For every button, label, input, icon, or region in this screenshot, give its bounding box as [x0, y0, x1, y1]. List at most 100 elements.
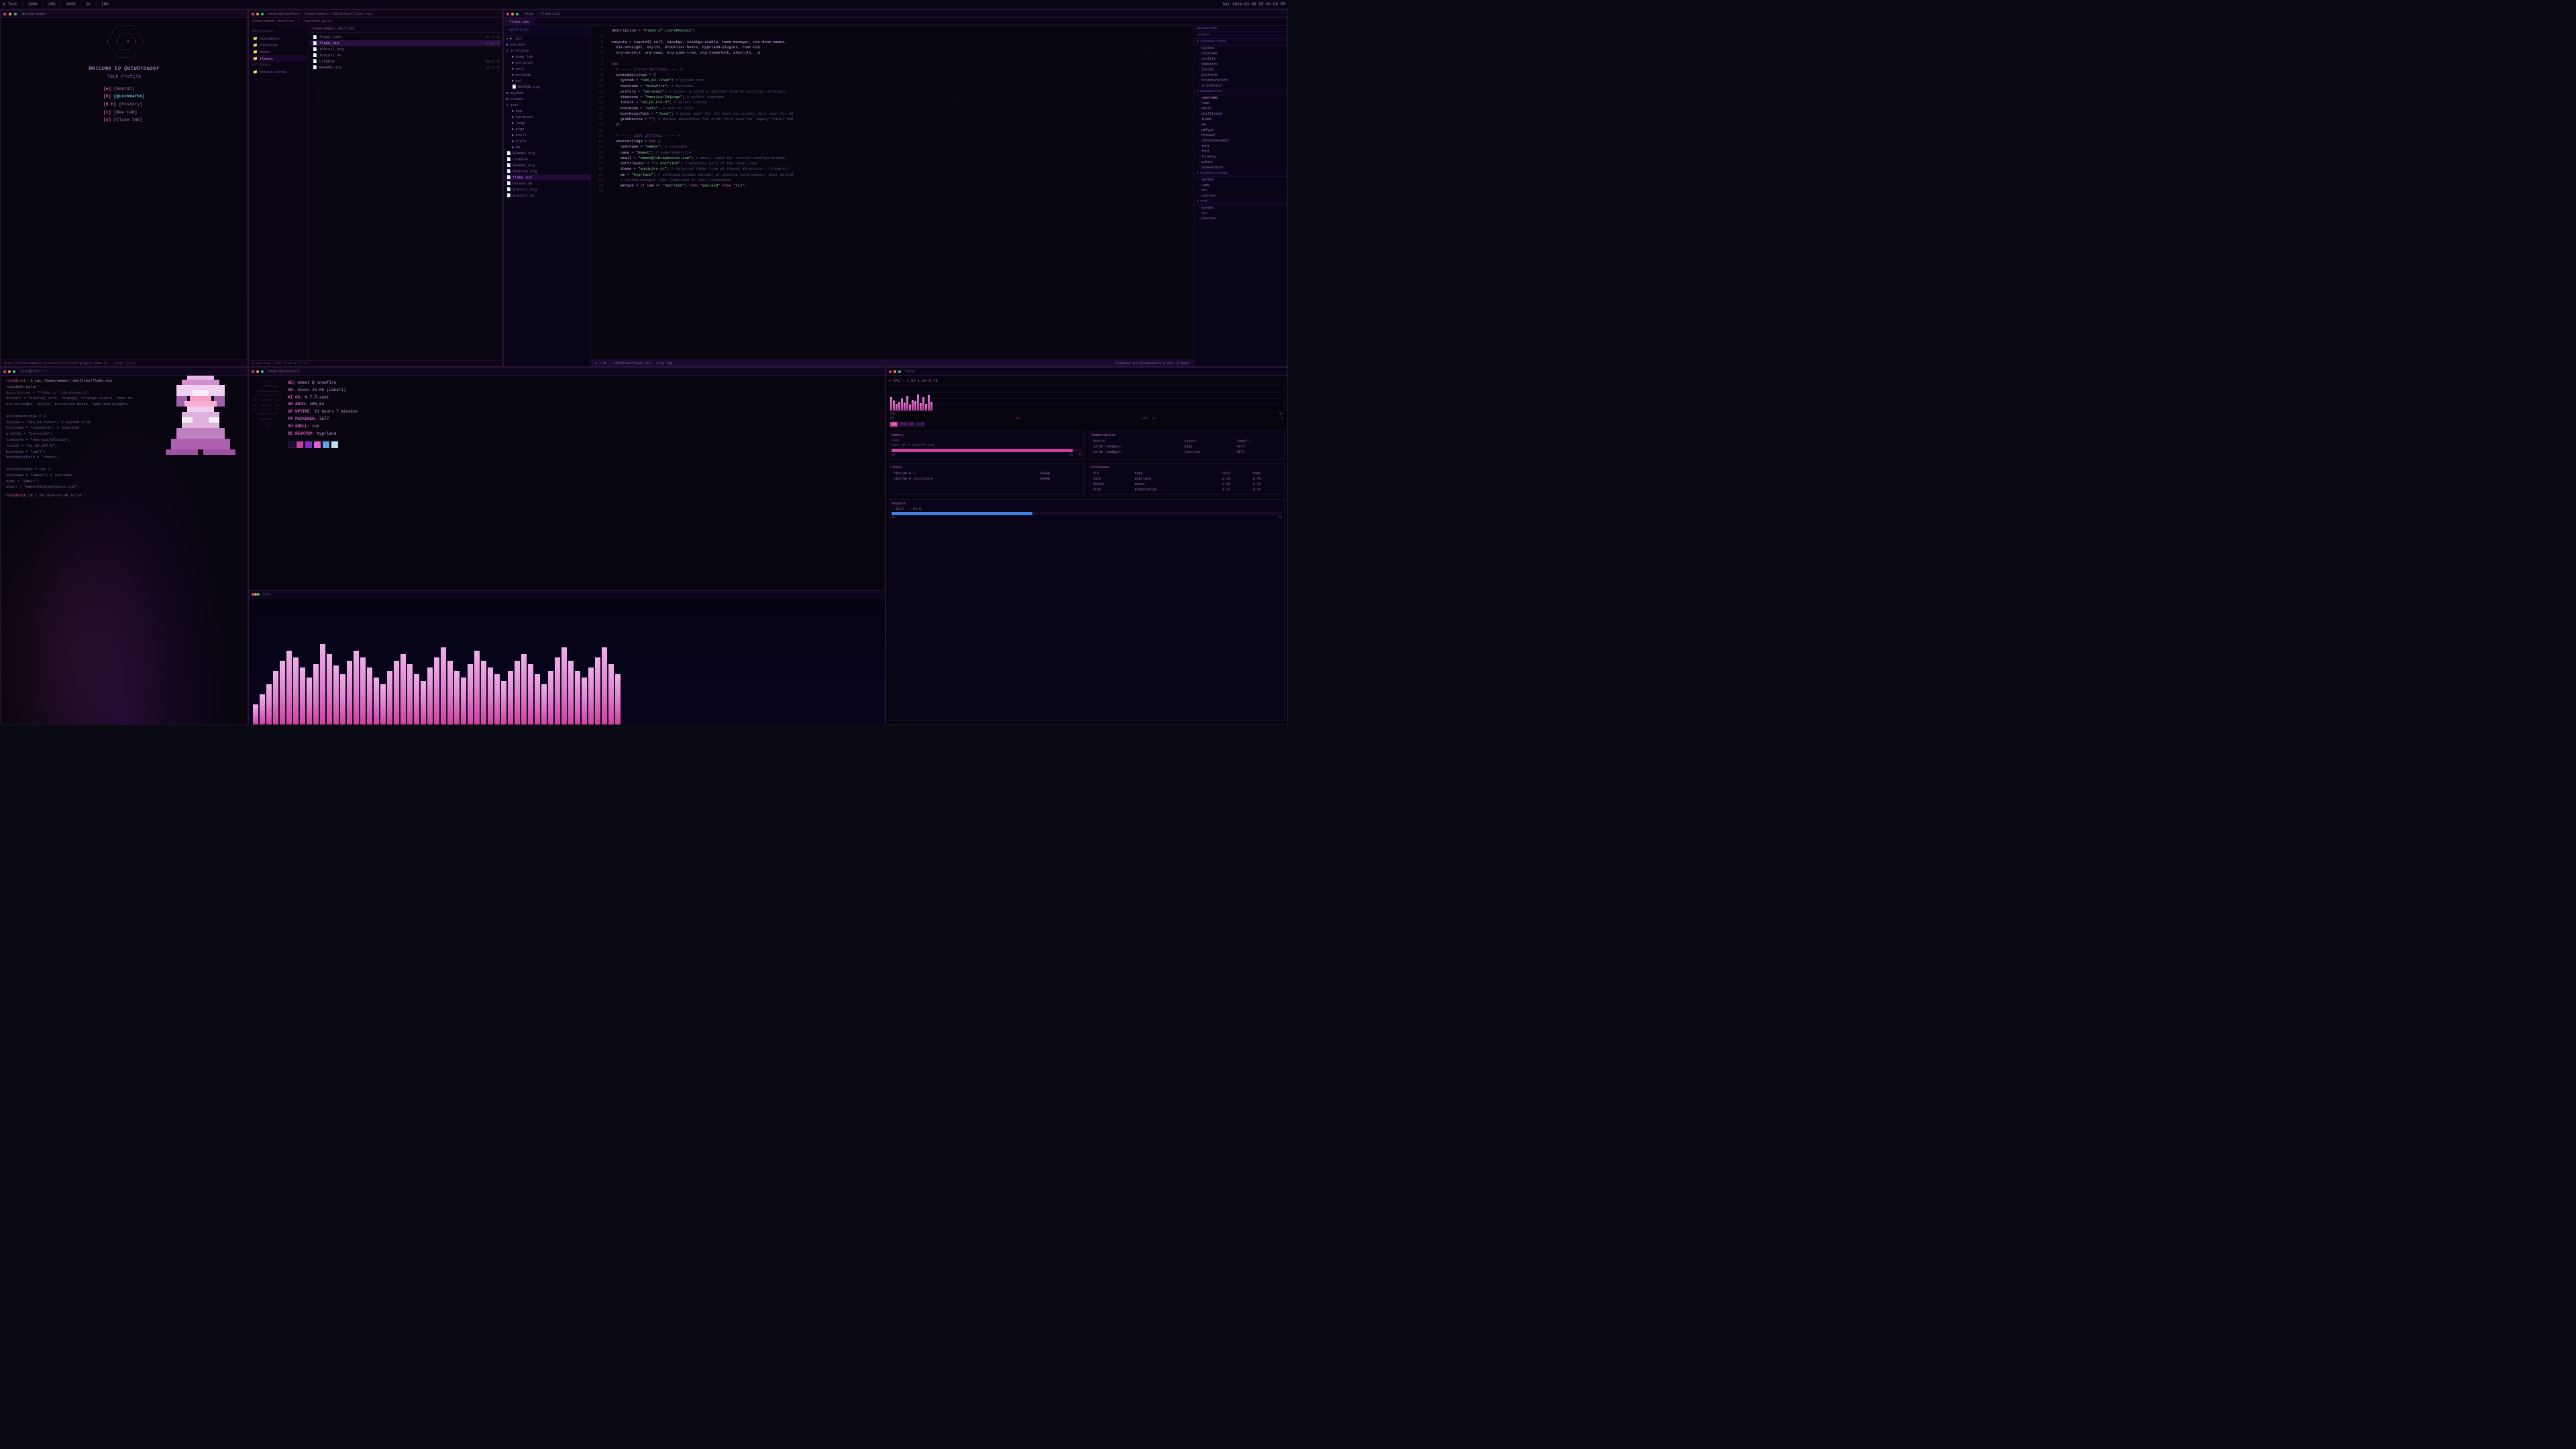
outline-item-bootmountpath[interactable]: · bootMountPath	[1194, 78, 1287, 83]
tree-item-shell[interactable]: ▶ shell	[504, 132, 590, 138]
outline-item-locale[interactable]: · locale	[1194, 67, 1287, 72]
fm-maximize-button[interactable]	[261, 13, 264, 15]
fm-sidebar-item-documents[interactable]: 📁 Documents	[250, 35, 307, 42]
tree-item-wsl[interactable]: ▶ wsl	[504, 78, 590, 84]
editor-maximize-button[interactable]	[516, 13, 519, 15]
tree-item-git[interactable]: ▶▶ .git	[504, 36, 590, 42]
cpu-core-tiles: 11 AVG: 10 ↑ 8	[889, 421, 1285, 428]
fm-file-installorg[interactable]: 📄 install.org	[311, 46, 501, 52]
outline-item-dotfilesdir[interactable]: · dotfilesDir	[1194, 111, 1287, 117]
outline-item-np-patches[interactable]: · patches	[1194, 193, 1287, 199]
outline-item-term[interactable]: · term	[1194, 144, 1287, 149]
tree-item-homelab[interactable]: ▶ home lab	[504, 54, 590, 60]
sysmon-maximize-button[interactable]	[898, 370, 901, 373]
editor-tab-flakenix[interactable]: flake.nix	[504, 18, 535, 25]
editor-minimize-button[interactable]	[511, 13, 514, 15]
terminal-line-12: bootMode = "uefi";	[6, 449, 242, 455]
outline-item-np-name[interactable]: · name	[1194, 182, 1287, 188]
qute-menu-item-quickmarks[interactable]: [b] [Quickmarks]	[103, 93, 145, 101]
outline-item-np-system[interactable]: · system	[1194, 177, 1287, 182]
outline-item-fontpkg[interactable]: · fontPkg	[1194, 154, 1287, 160]
outline-item-theme[interactable]: · theme	[1194, 117, 1287, 122]
outline-item-name[interactable]: · name	[1194, 101, 1287, 106]
outline-item-timezone[interactable]: · timezone	[1194, 62, 1287, 67]
tree-item-system[interactable]: ▶ system	[504, 90, 590, 96]
fm-file-readmeorg[interactable]: 📄 README.org 12.7 K	[311, 64, 501, 70]
neofetch-maximize-button[interactable]	[261, 370, 264, 373]
fm-sidebar-item-themes[interactable]: 📁 themes	[250, 55, 307, 62]
term-close-button[interactable]	[3, 370, 6, 373]
outline-item-email[interactable]: · email	[1194, 106, 1287, 111]
tree-item-installorg[interactable]: 📄 install.org	[504, 186, 590, 193]
editor-code-content[interactable]: 1234567891011121314151617181920212223242…	[591, 25, 1193, 360]
terminal-output[interactable]: root@root:~$ cat /home/emmet/.dotfiles/f…	[1, 376, 248, 724]
tree-item-worklab[interactable]: ▶ worklab	[504, 72, 590, 78]
tree-item-readme1[interactable]: 📄 README.org	[504, 84, 590, 90]
tree-item-profiles[interactable]: ▼ profiles	[504, 48, 590, 54]
fm-file-flicklock[interactable]: 📄 flake.lock 27.5 K	[311, 34, 501, 40]
term-minimize-button[interactable]	[8, 370, 11, 373]
tree-item-app[interactable]: ▶ app	[504, 108, 590, 114]
tree-item-desktoppng[interactable]: 📄 desktop.png	[504, 168, 590, 174]
qute-menu-item-search[interactable]: [o] [Search]	[103, 85, 145, 93]
outline-item-np-src[interactable]: · src	[1194, 188, 1287, 193]
outline-item-wm[interactable]: · wm	[1194, 122, 1287, 127]
tree-item-work[interactable]: ▶ work	[504, 66, 590, 72]
tree-item-wm[interactable]: ▶ wm	[504, 144, 590, 150]
tree-item-lang[interactable]: ▶ lang	[504, 120, 590, 126]
fm-file-flakenix[interactable]: 📄 flake.nix 2.26 K	[311, 40, 501, 46]
tree-item-personal[interactable]: ▶ personal	[504, 60, 590, 66]
tree-item-patches[interactable]: ▶ patches	[504, 42, 590, 48]
fm-file-license[interactable]: 📄 LICENSE 34.2 K	[311, 58, 501, 64]
outline-item-hostname[interactable]: · hostname	[1194, 51, 1287, 56]
outline-item-spawnedit[interactable]: · spawnEditor	[1194, 165, 1287, 170]
term-maximize-button[interactable]	[13, 370, 15, 373]
outline-item-font[interactable]: · font	[1194, 149, 1287, 154]
editor-close-button[interactable]	[506, 13, 509, 15]
tree-item-hardware[interactable]: ▶ hardware	[504, 114, 590, 120]
fm-close-button[interactable]	[252, 13, 254, 15]
outline-item-wmtype[interactable]: · wmType	[1194, 127, 1287, 133]
neofetch-close-button[interactable]	[252, 370, 254, 373]
fm-sidebar-item-pictures[interactable]: 📁 Pictures	[250, 42, 307, 48]
outline-item-bootmode[interactable]: · bootMode	[1194, 72, 1287, 78]
tree-item-user[interactable]: ▼ user	[504, 102, 590, 108]
close-button-dot[interactable]	[3, 13, 6, 15]
mem-scale-100: 0% ↑ 0%	[1069, 453, 1082, 457]
qute-menu-item-history[interactable]: [$ h] [History]	[103, 101, 145, 109]
outline-item-pkgs-system[interactable]: · system	[1194, 205, 1287, 211]
fm-sidebar-item-music[interactable]: 📁 Music	[250, 48, 307, 55]
fm-minimize-button[interactable]	[256, 13, 259, 15]
spectrum-bar	[447, 661, 453, 724]
minimize-button-dot[interactable]	[9, 13, 11, 15]
topbar-workspace[interactable]: Tech	[8, 2, 17, 7]
tree-item-installsh[interactable]: 📄 install.sh	[504, 193, 590, 199]
sysmon-minimize-button[interactable]	[894, 370, 896, 373]
qute-menu-item-newtab[interactable]: [t] [New tab]	[103, 109, 145, 117]
tree-item-readmeorg[interactable]: 📄 README.org	[504, 162, 590, 168]
tree-item-style[interactable]: ▶ style	[504, 138, 590, 144]
qute-menu-item-closetab[interactable]: [x] [Close tab]	[103, 116, 145, 124]
tree-item-license[interactable]: 📄 LICENSE	[504, 156, 590, 162]
tree-item-pkgs[interactable]: ▶ pkgs	[504, 126, 590, 132]
fm-sidebar-item-external[interactable]: 📁 octave-works	[250, 68, 307, 75]
sysmon-close-button[interactable]	[889, 370, 892, 373]
outline-item-editor[interactable]: · editor	[1194, 160, 1287, 165]
outline-item-pkgs-src[interactable]: · src	[1194, 211, 1287, 216]
tree-item-flakenix[interactable]: 📄 flake.nix	[504, 174, 590, 180]
neofetch-minimize-button[interactable]	[256, 370, 259, 373]
outline-item-browser[interactable]: · browser	[1194, 133, 1287, 138]
outline-item-grubdevice[interactable]: · grubDevice	[1194, 83, 1287, 89]
tree-item-readme2[interactable]: 📄 README.org	[504, 150, 590, 156]
fm-file-installsh[interactable]: 📄 install.sh	[311, 52, 501, 58]
outline-item-defaultroamdir[interactable]: · defaultRoamDir	[1194, 138, 1287, 144]
outline-item-system[interactable]: · system	[1194, 46, 1287, 51]
tree-item-themes[interactable]: ▶ themes	[504, 96, 590, 102]
maximize-button-dot[interactable]	[14, 13, 17, 15]
outline-item-username[interactable]: · username	[1194, 95, 1287, 101]
outline-item-profile[interactable]: · profile	[1194, 56, 1287, 62]
spectrum-maximize-btn[interactable]	[257, 593, 260, 596]
tree-item-hardensh[interactable]: 📄 harden.sh	[504, 180, 590, 186]
outline-item-pkgs-patches[interactable]: · patches	[1194, 216, 1287, 221]
editor-topbar: NVim - flake.nix	[504, 10, 1287, 18]
